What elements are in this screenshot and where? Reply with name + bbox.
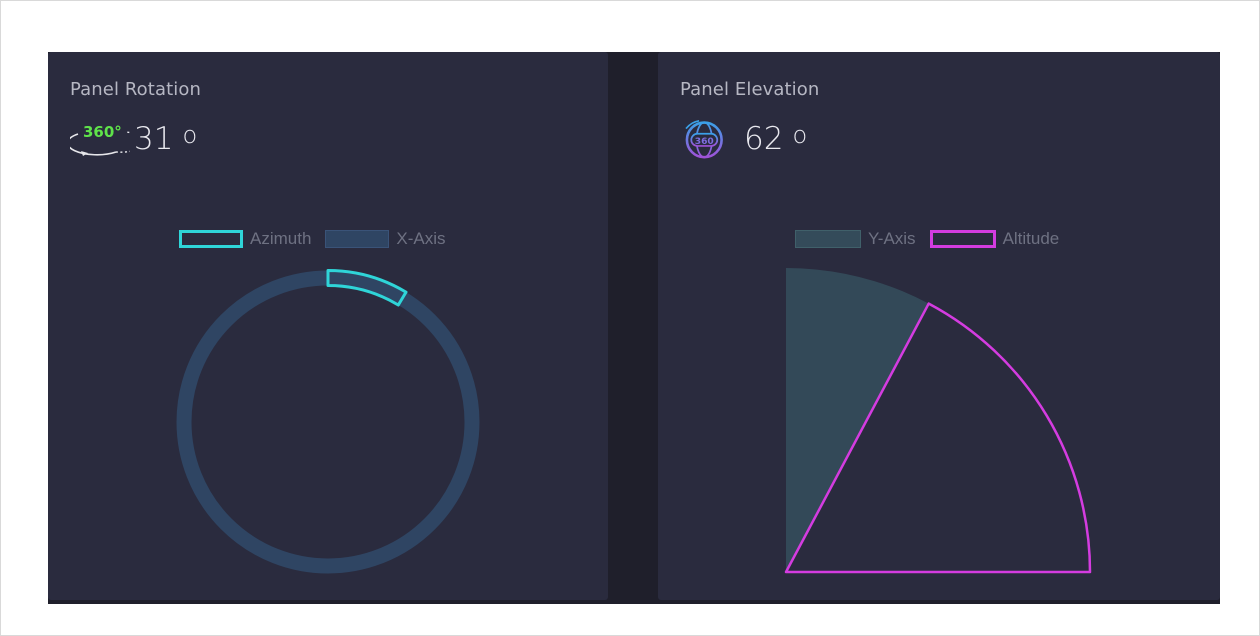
dashboard: Panel Rotation 360° 31 o Azimuth X-Axis … bbox=[48, 52, 1220, 604]
rotation-card: Panel Rotation 360° 31 o Azimuth X-Axis bbox=[48, 52, 608, 600]
elevation-card: Panel Elevation 360 62 o Y-Axis Altitude bbox=[658, 52, 1220, 600]
elevation-sector-chart bbox=[784, 268, 1092, 574]
rotation-doughnut-chart bbox=[176, 269, 480, 574]
screenshot-frame: Panel Rotation 360° 31 o Azimuth X-Axis … bbox=[0, 0, 1260, 636]
x-axis-ring[interactable] bbox=[176, 270, 480, 574]
